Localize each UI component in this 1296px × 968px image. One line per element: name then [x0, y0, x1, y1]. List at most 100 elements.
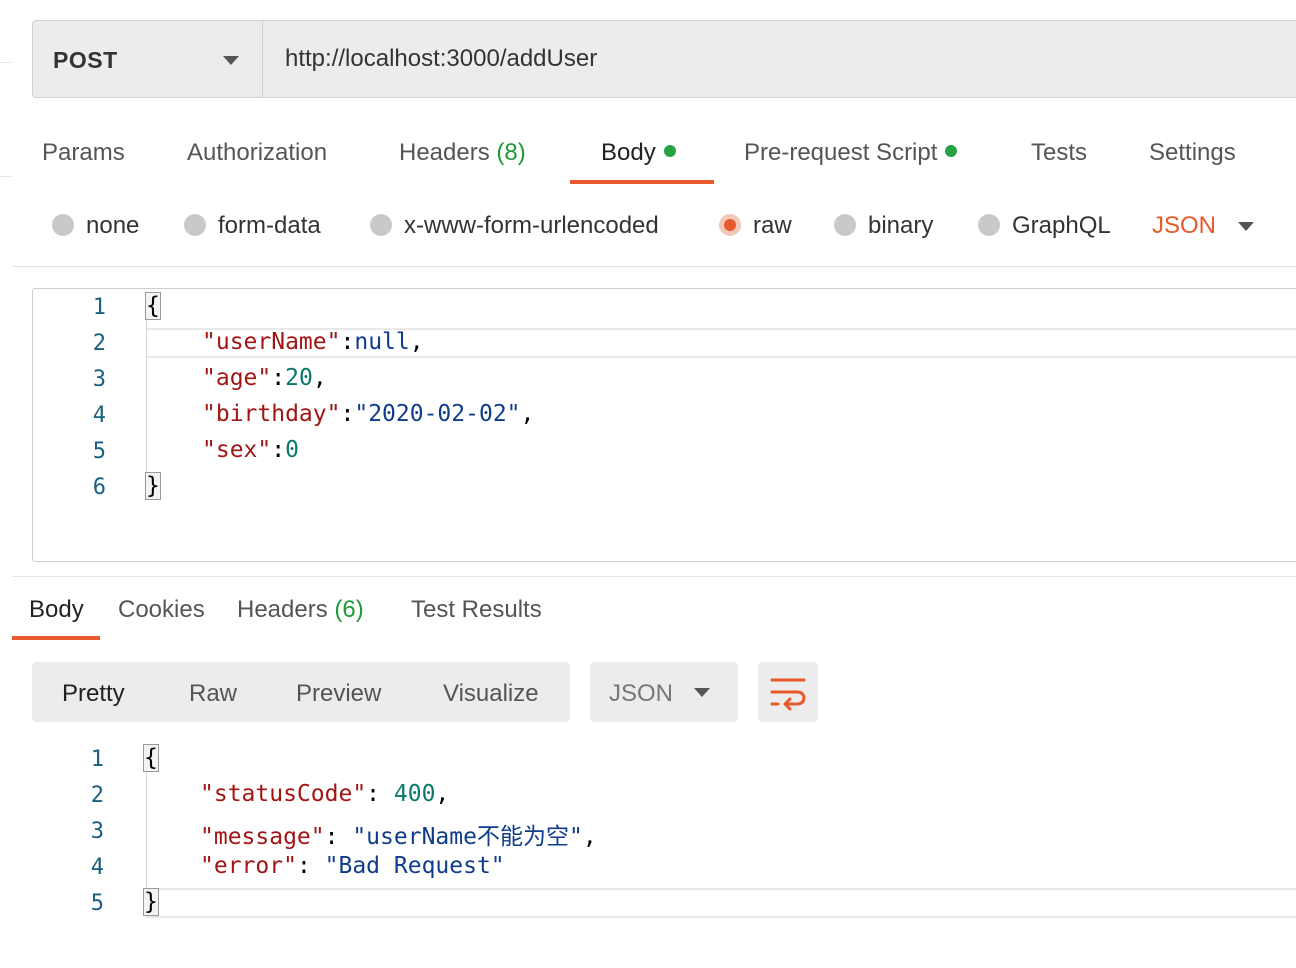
tab-pre-request-script[interactable]: Pre-request Script: [744, 139, 958, 167]
view-raw-button[interactable]: Raw: [189, 680, 237, 708]
body-format-select[interactable]: JSON: [1152, 212, 1216, 240]
code-line: "sex":0: [202, 437, 299, 463]
chevron-down-icon: [223, 56, 239, 65]
line-number: 3: [90, 819, 104, 844]
json-key: "age": [202, 365, 272, 391]
code-line: }: [143, 888, 159, 916]
line-number: 2: [92, 331, 106, 356]
divider: [12, 576, 1296, 577]
tab-label: Settings: [1149, 139, 1236, 166]
radio-x-www-form-urlencoded[interactable]: x-www-form-urlencoded: [370, 212, 659, 240]
response-format-select[interactable]: JSON: [590, 662, 738, 722]
json-key: "userName": [202, 329, 341, 355]
json-value: "Bad Request": [324, 853, 505, 879]
json-value: 20: [285, 365, 313, 391]
tab-count: (6): [334, 596, 364, 623]
wrap-lines-button[interactable]: [758, 662, 818, 722]
tab-label: Headers: [399, 139, 490, 166]
line-number: 6: [92, 475, 106, 500]
indent-guide: [146, 772, 147, 892]
json-value: 0: [285, 437, 299, 463]
edge-divider: [0, 176, 12, 177]
json-brace: }: [145, 472, 161, 500]
url-input[interactable]: http://localhost:3000/addUser: [285, 45, 597, 73]
active-tab-indicator: [570, 180, 714, 184]
current-line-highlight: [146, 888, 1296, 918]
response-tab-cookies[interactable]: Cookies: [118, 596, 205, 624]
radio-graphql[interactable]: GraphQL: [978, 212, 1111, 240]
radio-form-data[interactable]: form-data: [184, 212, 321, 240]
json-brace: {: [143, 744, 159, 772]
status-dot: [663, 145, 676, 157]
line-number: 1: [90, 747, 104, 772]
json-value: "userName不能为空": [352, 824, 583, 850]
response-tab-test-results[interactable]: Test Results: [411, 596, 542, 624]
tab-label: Test Results: [411, 596, 542, 623]
radio-circle: [370, 214, 392, 236]
tab-label: Headers: [237, 596, 328, 623]
json-punct: ,: [312, 365, 327, 391]
tab-params[interactable]: Params: [42, 139, 125, 167]
json-value: 400: [393, 781, 436, 807]
format-label: JSON: [1152, 212, 1217, 239]
line-number: 5: [90, 891, 104, 916]
line-number: 5: [92, 439, 106, 464]
tab-authorization[interactable]: Authorization: [187, 139, 327, 167]
response-tab-headers[interactable]: Headers (6): [237, 596, 364, 624]
wrap-lines-icon: [770, 678, 806, 711]
line-number: 4: [90, 855, 104, 880]
json-key: "statusCode": [200, 781, 367, 807]
json-key: "message": [200, 824, 325, 850]
radio-circle: [184, 214, 206, 236]
method-select[interactable]: POST: [33, 21, 263, 97]
tab-label: Cookies: [118, 596, 205, 623]
tab-label: Params: [42, 139, 125, 166]
code-line: {: [143, 744, 159, 772]
radio-circle: [978, 214, 1000, 236]
tab-settings[interactable]: Settings: [1149, 139, 1236, 167]
view-visualize-button[interactable]: Visualize: [443, 680, 539, 708]
radio-label: form-data: [218, 212, 321, 239]
format-label: JSON: [609, 680, 674, 707]
method-label: POST: [53, 47, 118, 73]
json-punct: ,: [409, 329, 424, 355]
line-number: 3: [92, 367, 106, 392]
view-pretty-button[interactable]: Pretty: [62, 680, 125, 708]
view-mode-group: Pretty Raw Preview Visualize: [32, 662, 570, 722]
radio-circle: [834, 214, 856, 236]
active-tab-indicator: [12, 636, 100, 640]
radio-label: x-www-form-urlencoded: [404, 212, 659, 239]
chevron-down-icon: [694, 688, 710, 697]
view-preview-button[interactable]: Preview: [296, 680, 381, 708]
radio-label: GraphQL: [1012, 212, 1111, 239]
json-key: "sex": [202, 437, 272, 463]
code-line: "statusCode": 400,: [200, 781, 450, 807]
json-key: "birthday": [202, 401, 341, 427]
chevron-down-icon[interactable]: [1238, 222, 1254, 231]
radio-binary[interactable]: binary: [834, 212, 933, 240]
tab-headers[interactable]: Headers (8): [399, 139, 526, 167]
tab-tests[interactable]: Tests: [1031, 139, 1087, 167]
json-value: "2020-02-02": [354, 401, 521, 427]
divider: [12, 266, 1296, 267]
line-number: 4: [92, 403, 106, 428]
json-value: null: [354, 329, 410, 355]
edge-divider: [0, 62, 12, 63]
json-key: "error": [200, 853, 297, 879]
tab-count: (8): [496, 139, 526, 166]
radio-label: none: [86, 212, 140, 239]
tab-body[interactable]: Body: [601, 139, 676, 167]
radio-label: binary: [868, 212, 934, 239]
status-dot: [945, 145, 958, 157]
json-punct: ,: [435, 781, 450, 807]
response-tab-body[interactable]: Body: [29, 596, 84, 624]
radio-label: raw: [753, 212, 792, 239]
radio-raw[interactable]: raw: [719, 212, 792, 240]
tab-label: Pre-request Script: [744, 139, 938, 166]
tab-label: Tests: [1031, 139, 1088, 166]
tab-label: Body: [601, 139, 656, 166]
radio-none[interactable]: none: [52, 212, 139, 240]
code-line: {: [145, 292, 161, 320]
json-brace: }: [143, 888, 159, 916]
code-line: }: [145, 472, 161, 500]
